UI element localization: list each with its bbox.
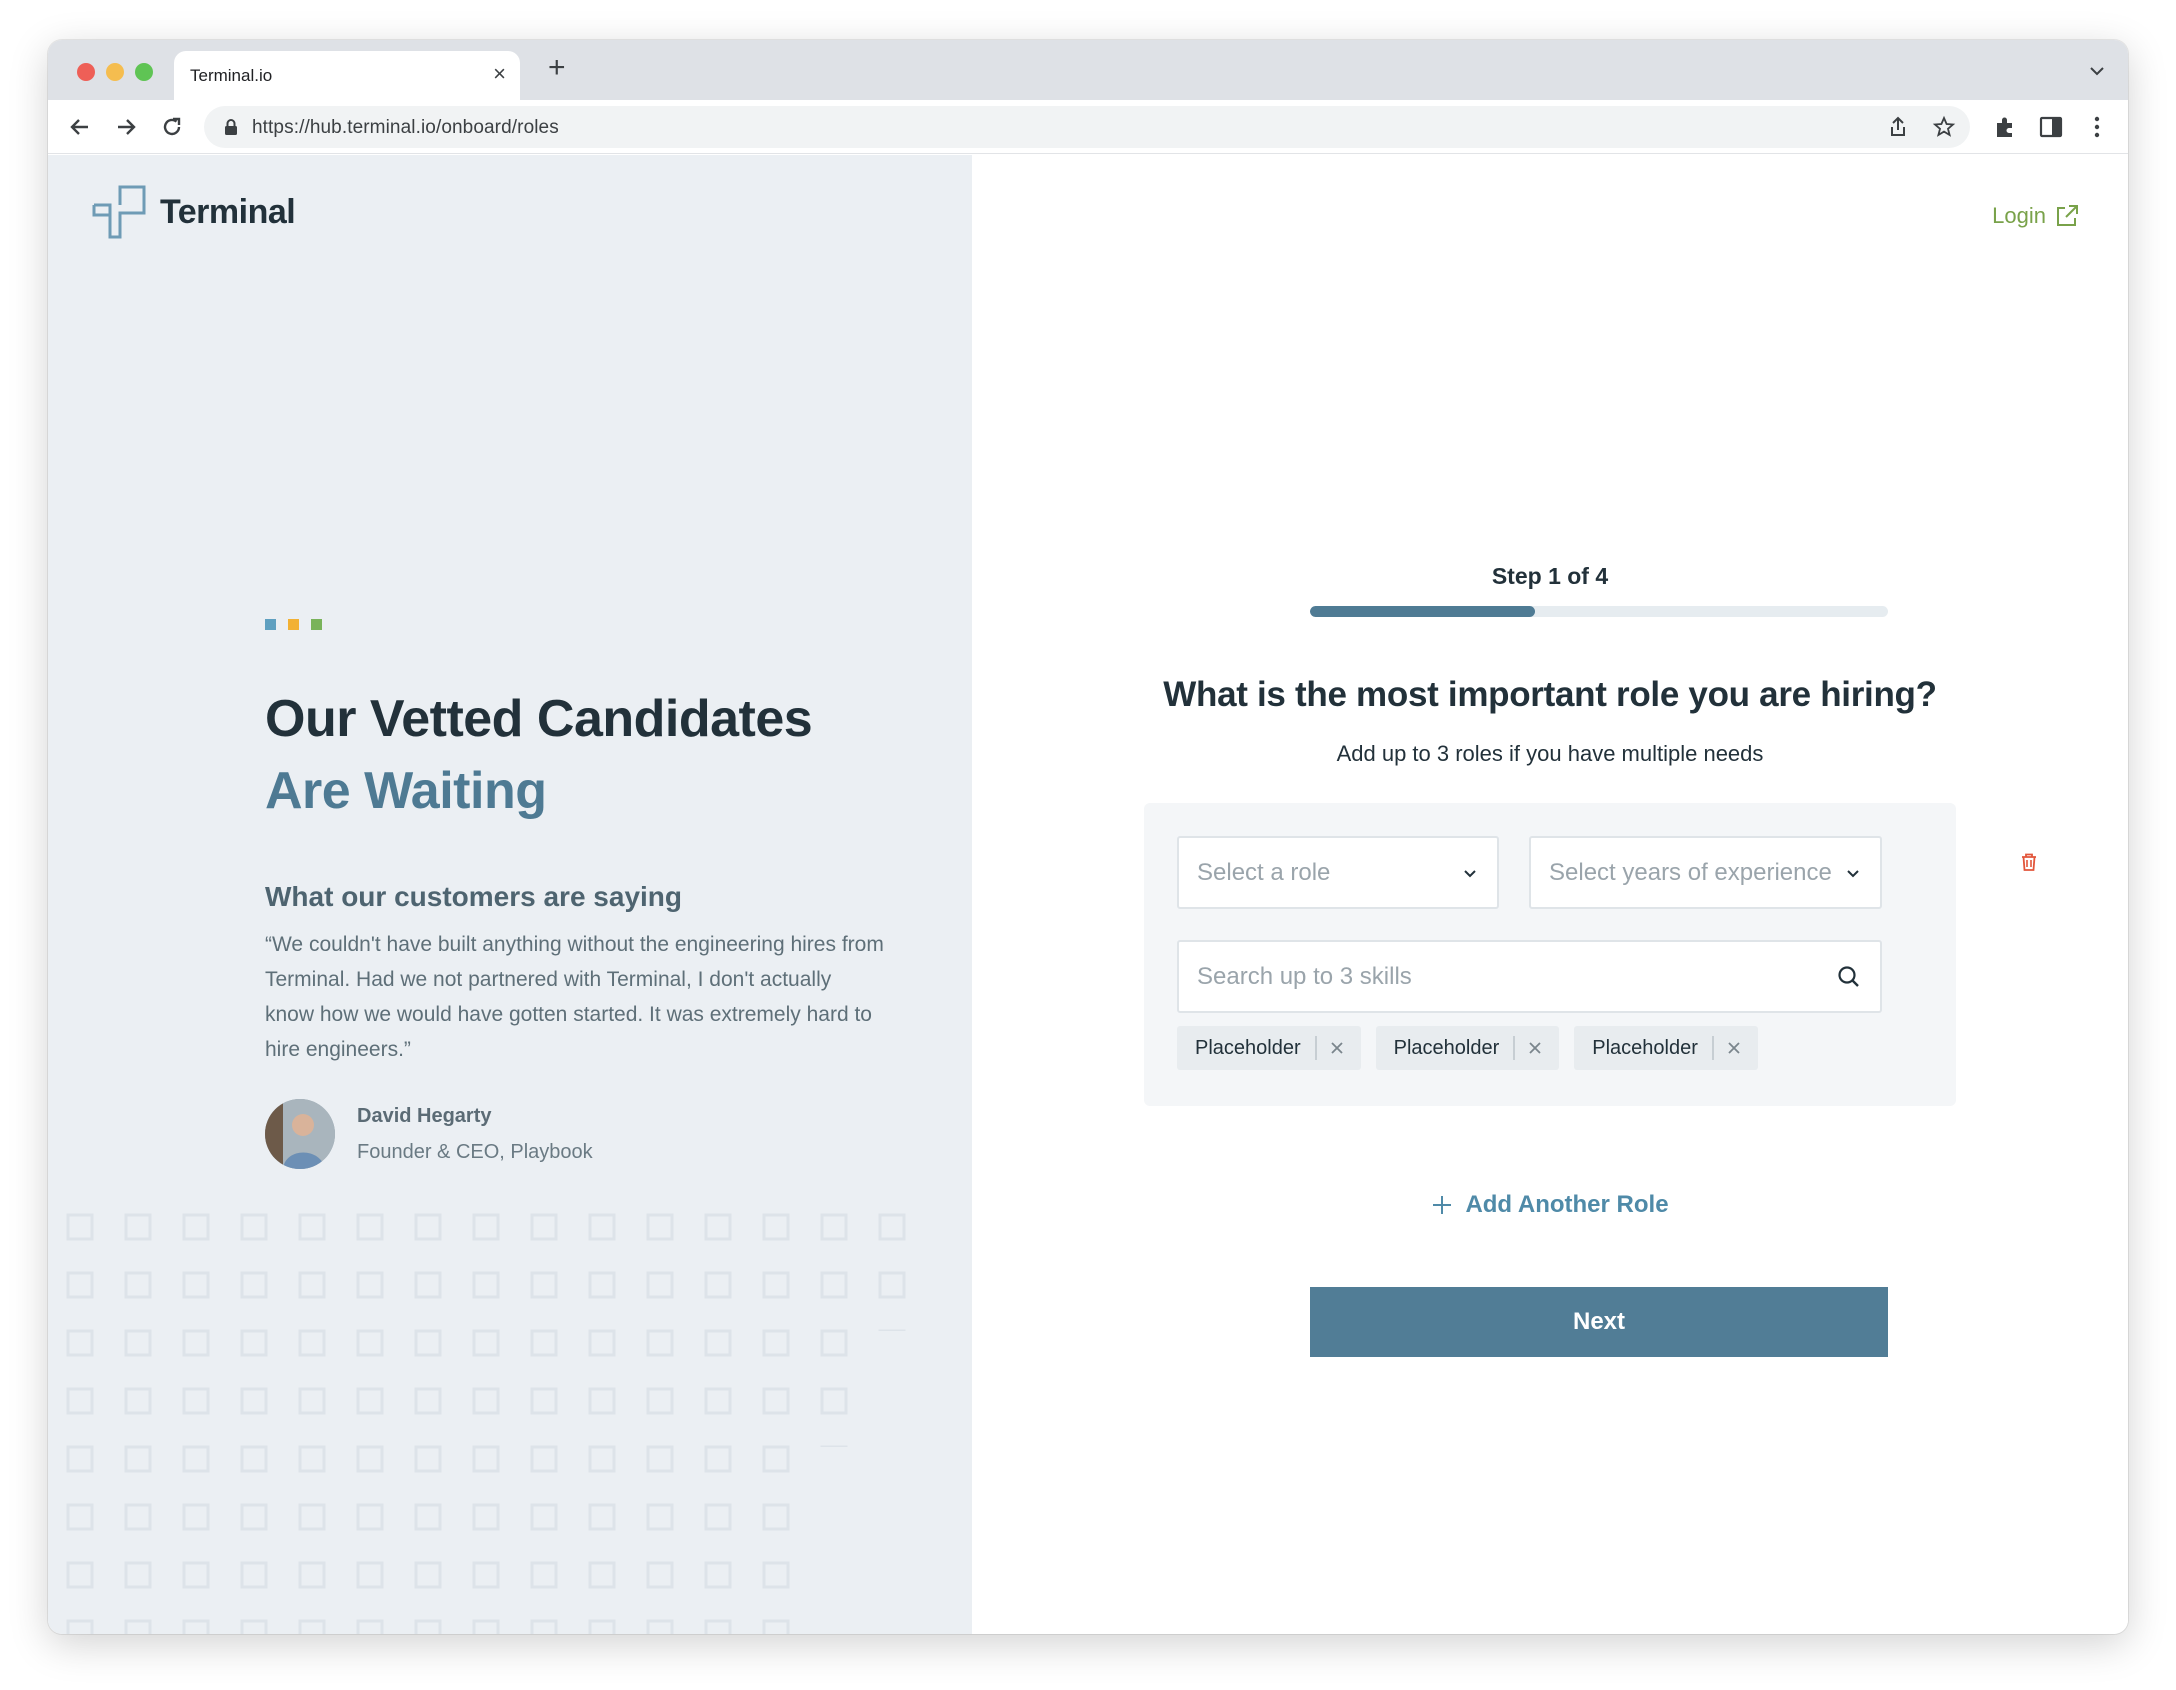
right-panel: Login Step 1 of 4 What is the most impor…: [972, 155, 2128, 1634]
side-panel-icon[interactable]: [2038, 114, 2064, 140]
chevron-down-icon: [1464, 869, 1476, 877]
experience-select[interactable]: Select years of experience: [1529, 836, 1882, 909]
skill-chip-label: Placeholder: [1592, 1036, 1698, 1059]
new-tab-icon[interactable]: +: [548, 53, 566, 83]
experience-select-placeholder: Select years of experience: [1549, 858, 1832, 886]
chip-divider: [1314, 1036, 1317, 1060]
skill-chip: Placeholder: [1177, 1026, 1361, 1070]
page-question: What is the most important role you are …: [1163, 675, 1937, 714]
accent-dot-green: [311, 619, 322, 630]
page-subtitle: Add up to 3 roles if you have multiple n…: [1336, 741, 1764, 766]
skills-search-input[interactable]: Search up to 3 skills: [1177, 940, 1882, 1013]
progress-bar-fill: [1310, 606, 1536, 617]
terminal-logo[interactable]: Terminal: [92, 185, 296, 239]
maximize-window-button[interactable]: [135, 63, 153, 81]
accent-dots: [265, 619, 322, 630]
skill-chip-label: Placeholder: [1195, 1036, 1301, 1059]
terminal-logo-icon: [92, 185, 146, 239]
tab-strip: Terminal.io × +: [48, 40, 2128, 100]
minimize-window-button[interactable]: [106, 63, 124, 81]
plus-icon: [1433, 1196, 1452, 1214]
role-select[interactable]: Select a role: [1177, 836, 1499, 909]
add-another-role-button[interactable]: Add Another Role: [972, 1191, 2128, 1219]
lock-icon: [224, 118, 238, 141]
skill-chip: Placeholder: [1574, 1026, 1758, 1070]
address-bar[interactable]: https://hub.terminal.io/onboard/roles: [204, 106, 1970, 148]
testimonial-quote: “We couldn't have built anything without…: [265, 933, 884, 1061]
forward-arrow-icon[interactable]: [112, 113, 140, 141]
hero-headline: Our Vetted Candidates Are Waiting: [265, 683, 813, 827]
chip-divider: [1711, 1036, 1714, 1060]
page-content: Terminal Our Vetted Candidates Are Waiti…: [48, 155, 2128, 1634]
skill-chip: Placeholder: [1375, 1026, 1560, 1070]
left-panel: Terminal Our Vetted Candidates Are Waiti…: [48, 155, 972, 1634]
remove-chip-icon[interactable]: [1525, 1038, 1545, 1058]
browser-window: Terminal.io × + https://hub.terminal.io/…: [48, 40, 2128, 1634]
headline-line-2: Are Waiting: [265, 762, 547, 820]
headline-line-1: Our Vetted Candidates: [265, 690, 813, 748]
accent-dot-orange: [288, 619, 299, 630]
bookmark-star-icon[interactable]: [1932, 115, 1956, 139]
url-text: https://hub.terminal.io/onboard/roles: [252, 117, 559, 138]
author-name: David Hegarty: [357, 1105, 492, 1127]
tab-title: Terminal.io: [190, 66, 273, 85]
share-icon[interactable]: [1886, 115, 1910, 139]
chip-divider: [1513, 1036, 1516, 1060]
next-button[interactable]: Next: [1310, 1287, 1888, 1357]
role-select-placeholder: Select a role: [1197, 858, 1331, 886]
chevron-down-icon: [1847, 869, 1859, 877]
author-title: Founder & CEO, Playbook: [357, 1141, 593, 1163]
close-window-button[interactable]: [77, 63, 95, 81]
remove-chip-icon[interactable]: [1724, 1038, 1744, 1058]
extensions-puzzle-icon[interactable]: [1992, 114, 2018, 140]
accent-dot-blue: [265, 619, 276, 630]
step-indicator: Step 1 of 4: [1491, 563, 1609, 589]
browser-toolbar: https://hub.terminal.io/onboard/roles: [48, 100, 2128, 154]
testimonial-title: What our customers are saying: [265, 881, 683, 912]
tab-search-chevron-icon[interactable]: [2088, 62, 2106, 85]
logo-wordmark: Terminal: [160, 192, 296, 231]
progress-bar: [1310, 606, 1888, 617]
login-label: Login: [1992, 203, 2046, 228]
skills-search-placeholder: Search up to 3 skills: [1197, 962, 1412, 990]
author-avatar: [265, 1099, 335, 1169]
login-link[interactable]: Login: [1992, 203, 2080, 229]
skill-chip-label: Placeholder: [1393, 1036, 1500, 1059]
delete-role-trash-icon[interactable]: [2018, 851, 2040, 878]
external-link-icon: [2057, 205, 2078, 226]
role-card: Select a role Select years of experience…: [1144, 803, 1956, 1106]
remove-chip-icon[interactable]: [1327, 1038, 1347, 1058]
add-another-role-label: Add Another Role: [1465, 1191, 1669, 1218]
reload-icon[interactable]: [158, 113, 186, 141]
back-arrow-icon[interactable]: [66, 113, 94, 141]
search-icon: [1838, 965, 1859, 987]
tab-close-icon[interactable]: ×: [493, 63, 506, 85]
kebab-menu-icon[interactable]: [2084, 114, 2110, 140]
browser-tab[interactable]: Terminal.io ×: [174, 51, 520, 100]
background-pattern: [64, 1211, 934, 1634]
skill-chips: Placeholder Placeholder Placeholder: [1177, 1026, 1758, 1070]
